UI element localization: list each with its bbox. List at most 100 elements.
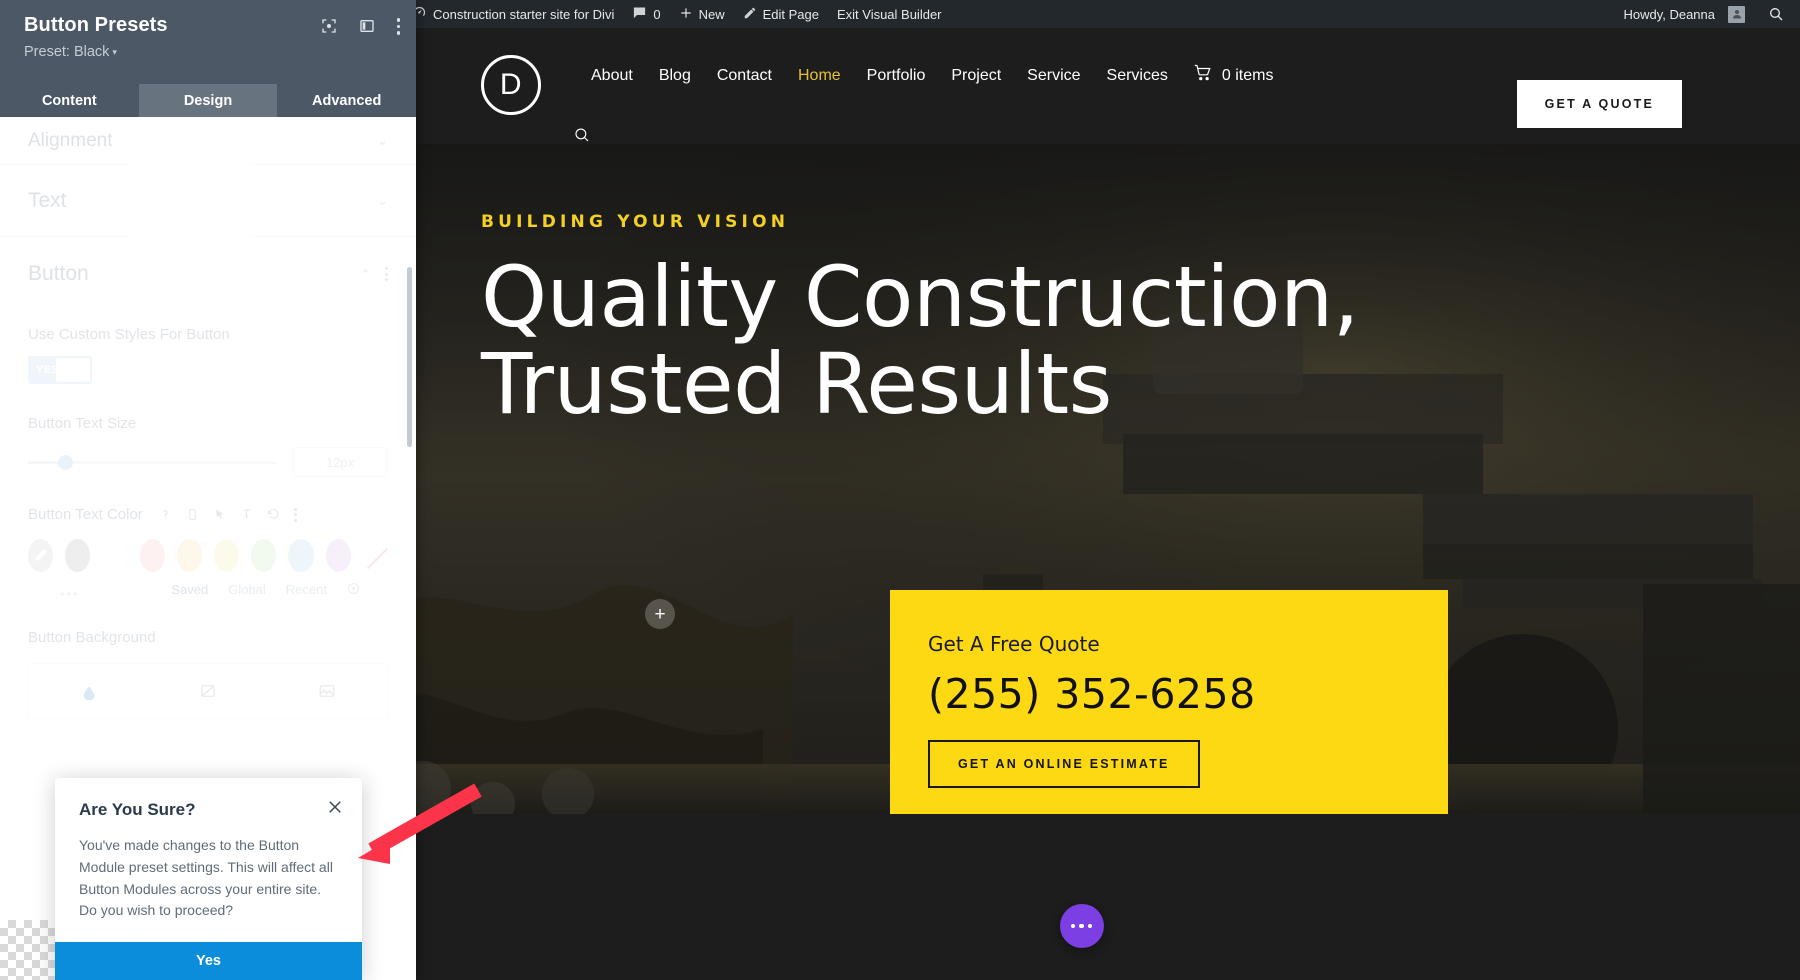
color-tab-global[interactable]: Global	[228, 582, 266, 597]
color-swatch-yellow[interactable]	[214, 538, 240, 572]
use-custom-styles-toggle[interactable]: YES	[28, 355, 92, 384]
color-swatch-orange[interactable]	[176, 538, 203, 572]
color-tab-recent[interactable]: Recent	[286, 582, 327, 597]
color-swatch-purple[interactable]	[325, 538, 351, 572]
section-alignment[interactable]: Alignment ⌄	[0, 117, 416, 165]
focus-target-icon[interactable]	[321, 18, 337, 34]
get-a-quote-button[interactable]: GET A QUOTE	[1516, 80, 1682, 128]
site-name-label: Construction starter site for Divi	[433, 6, 615, 22]
shopping-cart-icon	[1193, 64, 1213, 87]
color-swatch-none[interactable]	[363, 539, 388, 572]
panel-scrollbar[interactable]	[407, 267, 412, 447]
search-icon[interactable]	[1754, 0, 1800, 28]
exit-visual-builder-link[interactable]: Exit Visual Builder	[828, 0, 951, 28]
use-custom-styles-label: Use Custom Styles For Button	[28, 326, 230, 343]
color-swatch-pink[interactable]	[139, 538, 165, 572]
help-icon[interactable]	[159, 507, 172, 522]
color-swatch-blue[interactable]	[288, 538, 314, 572]
button-text-size-control: 12px	[28, 447, 388, 477]
site-logo[interactable]: D	[481, 55, 541, 115]
color-picker-swatch[interactable]	[28, 538, 54, 572]
edit-page-link[interactable]: Edit Page	[734, 0, 828, 28]
section-text[interactable]: Text ⌄	[0, 165, 416, 237]
chevron-down-icon: ▾	[112, 47, 117, 57]
nav-item-about[interactable]: About	[578, 67, 646, 85]
builder-settings-fab[interactable]	[1059, 904, 1104, 948]
button-text-size-label: Button Text Size	[28, 414, 137, 432]
more-options-icon[interactable]	[293, 507, 297, 522]
chevron-up-icon[interactable]: ⌃	[360, 268, 371, 281]
color-swatch-green[interactable]	[251, 538, 277, 572]
site-header: D About Blog Contact Home Portfolio Proj…	[363, 28, 1800, 144]
section-button[interactable]: Button ⌃	[0, 237, 416, 311]
section-button-label: Button	[28, 262, 89, 285]
app-screen: Construction starter site for Divi 0 New…	[0, 0, 1800, 980]
text-size-slider[interactable]	[28, 454, 276, 470]
modal-title: Are You Sure?	[79, 800, 196, 820]
more-options-icon[interactable]	[396, 18, 400, 35]
color-add-icon[interactable]	[347, 582, 360, 598]
builder-footer-strip	[363, 868, 1800, 980]
text-size-value[interactable]: 12px	[292, 447, 388, 477]
field-use-custom-styles: Use Custom Styles For Button YES	[0, 311, 416, 384]
nav-item-blog[interactable]: Blog	[646, 67, 704, 85]
nav-item-services[interactable]: Services	[1094, 67, 1181, 85]
color-swatch-white[interactable]	[102, 538, 128, 572]
cart-link[interactable]: 0 items	[1181, 64, 1273, 87]
visual-builder-canvas: D About Blog Contact Home Portfolio Proj…	[363, 28, 1800, 980]
nav-item-project[interactable]: Project	[938, 67, 1014, 85]
panel-preset-selector[interactable]: Preset: Black ▾	[24, 44, 398, 60]
color-tab-saved[interactable]: Saved	[171, 582, 208, 597]
quote-card-phone: (255) 352-6258	[928, 670, 1256, 718]
pencil-icon	[743, 6, 757, 23]
add-module-button[interactable]: +	[645, 599, 675, 629]
modal-body-text: You've made changes to the Button Module…	[79, 837, 333, 919]
slider-knob[interactable]	[57, 454, 73, 470]
edit-page-label: Edit Page	[762, 6, 819, 22]
color-swatch-grey[interactable]	[65, 538, 91, 572]
button-text-color-header: Button Text Color	[28, 505, 388, 525]
confirmation-modal: Are You Sure? You've made changes to the…	[55, 778, 362, 980]
account-menu[interactable]: Howdy, Deanna	[1614, 0, 1754, 28]
panel-header: Button Presets Preset: Black ▾	[0, 0, 416, 84]
field-button-background: Button Background	[0, 598, 416, 719]
confirm-yes-button[interactable]: Yes	[55, 942, 362, 980]
primary-navigation: About Blog Contact Home Portfolio Projec…	[578, 64, 1273, 87]
field-button-text-size: Button Text Size 12px	[0, 384, 416, 477]
plus-icon	[679, 6, 693, 23]
new-content-menu[interactable]: New	[670, 0, 734, 28]
online-estimate-button[interactable]: GET AN ONLINE ESTIMATE	[928, 740, 1200, 788]
responsive-device-icon[interactable]	[186, 507, 199, 522]
tab-content[interactable]: Content	[0, 84, 139, 117]
wp-admin-bar: Construction starter site for Divi 0 New…	[363, 0, 1800, 28]
comments-count: 0	[653, 6, 661, 22]
nav-item-home[interactable]: Home	[785, 67, 854, 85]
close-icon[interactable]	[326, 798, 344, 816]
chevron-down-icon: ⌄	[377, 133, 388, 148]
background-gradient-tab[interactable]	[148, 664, 267, 718]
avatar	[1728, 5, 1745, 23]
nav-item-portfolio[interactable]: Portfolio	[854, 67, 939, 85]
panel-preset-label: Preset: Black	[24, 44, 110, 60]
tab-advanced[interactable]: Advanced	[277, 84, 416, 117]
button-background-type-tabs	[28, 663, 388, 719]
tab-design[interactable]: Design	[138, 84, 278, 117]
nav-item-contact[interactable]: Contact	[704, 67, 785, 85]
field-button-text-color: Button Text Color ••• Saved Global Recen…	[0, 477, 416, 601]
more-options-icon[interactable]	[385, 267, 388, 281]
comments-menu[interactable]: 0	[623, 0, 669, 28]
chevron-down-icon: ⌄	[377, 193, 388, 208]
logo-letter: D	[499, 68, 523, 101]
reset-icon[interactable]	[267, 507, 280, 522]
background-color-tab[interactable]	[29, 664, 148, 718]
background-image-tab[interactable]	[268, 664, 387, 718]
color-source-tabs: ••• Saved Global Recent	[28, 572, 388, 601]
hero-content: BUILDING YOUR VISION Quality Constructio…	[481, 212, 1359, 429]
sticky-pin-icon[interactable]	[240, 507, 253, 522]
hero-eyebrow: BUILDING YOUR VISION	[481, 212, 790, 232]
site-name-menu[interactable]: Construction starter site for Divi	[403, 0, 623, 28]
nav-item-service[interactable]: Service	[1014, 67, 1093, 85]
panel-layout-icon[interactable]	[359, 18, 375, 34]
hover-cursor-icon[interactable]	[213, 507, 226, 522]
header-search-icon[interactable]	[573, 126, 591, 149]
